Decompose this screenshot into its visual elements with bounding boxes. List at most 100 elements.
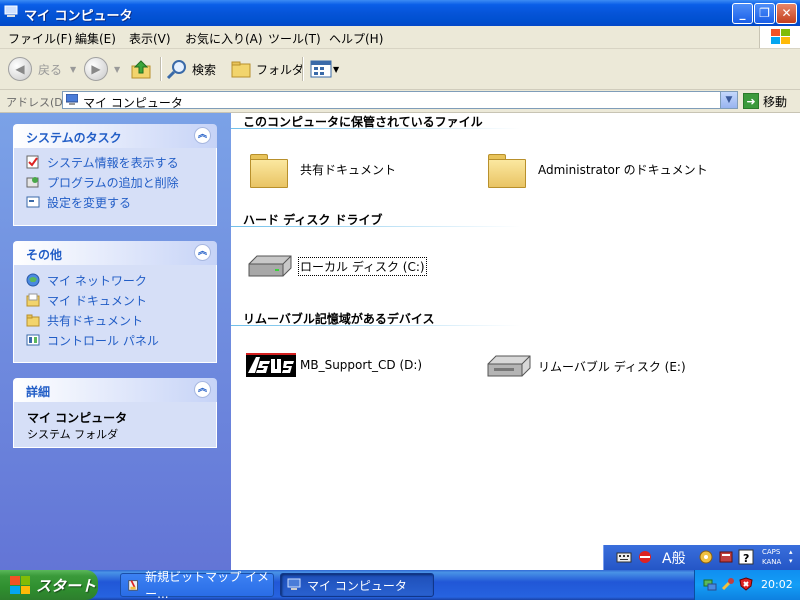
cd-drive-d-item[interactable]: MB_Support_CD (D:) [246,353,422,377]
maximize-button[interactable]: ❐ [754,3,775,24]
menu-edit[interactable]: 編集(E) [75,30,116,47]
collapse-chevron-icon[interactable]: ︽ [194,381,211,398]
ime-tool-icon[interactable] [698,549,714,565]
search-button[interactable]: 検索 [166,57,216,81]
ime-pad-icon[interactable] [637,549,653,565]
search-icon [166,60,186,80]
folders-label: フォルダ [256,62,305,77]
collapse-chevron-icon[interactable]: ︽ [194,127,211,144]
details-header[interactable]: 詳細 ︽ [13,378,217,402]
address-dropdown-icon[interactable]: ▼ [720,92,737,108]
menu-help[interactable]: ヘルプ(H) [329,30,383,47]
minimize-button[interactable]: _ [732,3,753,24]
section-divider [231,128,521,129]
view-system-info-link[interactable]: システム情報を表示する [14,152,216,172]
close-button[interactable]: ✕ [776,3,797,24]
forward-button[interactable]: ▶ ▼ [84,57,120,81]
local-disk-c-item[interactable]: ローカル ディスク (C:) [245,252,427,280]
view-system-info-label: システム情報を表示する [47,155,179,170]
menu-favorites[interactable]: お気に入り(A) [185,30,263,47]
caps-label: CAPS [762,548,781,556]
control-panel-label: コントロール パネル [47,333,159,348]
removable-disk-e-item[interactable]: リムーバブル ディスク (E:) [484,352,686,380]
address-label: アドレス(D) [6,96,68,109]
system-tasks-body: システム情報を表示する プログラムの追加と削除 設定を変更する [13,148,217,226]
taskbar-button-paint[interactable]: 新規ビットマップ イメー... [120,570,274,601]
dictionary-icon[interactable] [718,549,734,565]
my-computer-icon [4,5,18,17]
admin-documents-item-label: Administrator のドキュメント [538,162,708,177]
shared-documents-link[interactable]: 共有ドキュメント [14,310,216,330]
details-name: マイ コンピュータ [27,411,128,425]
back-arrow-icon: ◀ [8,57,32,81]
toolbar-separator [160,57,162,81]
kana-label: KANA [762,558,782,566]
toolbar: ◀ 戻る ▼ ▶ ▼ 検索 フォルダ ▼ [0,49,800,90]
taskbar-button-paint-label: 新規ビットマップ イメー... [145,570,269,601]
admin-documents-item[interactable]: Administrator のドキュメント [488,152,708,188]
other-places-header[interactable]: その他 ︽ [13,241,217,265]
folder-icon [488,152,526,188]
local-disk-c-label: ローカル ディスク (C:) [298,256,427,276]
collapse-chevron-icon[interactable]: ︽ [194,244,211,261]
my-network-link[interactable]: マイ ネットワーク [14,270,216,290]
security-shield-icon[interactable] [739,577,753,591]
views-dropdown-icon: ▼ [333,64,340,74]
forward-dropdown-icon[interactable]: ▼ [114,65,120,74]
add-remove-programs-link[interactable]: プログラムの追加と削除 [14,172,216,192]
shared-documents-item-label: 共有ドキュメント [300,162,397,177]
up-button[interactable] [130,57,152,81]
help-icon[interactable]: ? [738,549,754,565]
go-button[interactable]: ➜ 移動 [743,91,787,111]
shared-documents-item[interactable]: 共有ドキュメント [250,152,397,188]
add-remove-programs-icon [26,177,39,188]
network-tray-icon[interactable] [703,577,717,591]
network-icon [26,273,40,287]
details-title: 詳細 [26,385,51,399]
asus-logo-icon [246,353,296,377]
langbar-options-icon[interactable]: ▴ ▾ [789,548,793,566]
section-divider [231,226,521,227]
folders-icon [231,61,251,78]
forward-arrow-icon: ▶ [84,57,108,81]
taskbar: スタート 新規ビットマップ イメー... マイ コンピュータ 20:02 [0,570,800,601]
menu-view[interactable]: 表示(V) [129,30,171,47]
menu-tools[interactable]: ツール(T) [268,30,321,47]
system-tasks-header[interactable]: システムのタスク ︽ [13,124,217,148]
my-network-label: マイ ネットワーク [47,273,147,288]
back-label: 戻る [38,62,63,77]
start-button[interactable]: スタート [0,570,98,600]
back-button[interactable]: ◀ 戻る ▼ [8,57,76,81]
documents-folder-icon [26,293,40,307]
folder-icon [250,152,288,188]
add-remove-programs-label: プログラムの追加と削除 [47,175,179,190]
control-panel-link[interactable]: コントロール パネル [14,330,216,350]
views-button[interactable]: ▼ [310,57,339,81]
menu-file[interactable]: ファイル(F) [8,30,72,47]
change-settings-link[interactable]: 設定を変更する [14,192,216,212]
folder-up-icon [131,60,151,79]
settings-icon [26,196,40,208]
shared-documents-label: 共有ドキュメント [47,313,144,328]
system-tasks-panel: システムのタスク ︽ システム情報を表示する プログラムの追加と削除 設定を変更… [13,124,217,226]
title-bar[interactable]: マイ コンピュータ _ ❐ ✕ [0,0,800,26]
my-documents-link[interactable]: マイ ドキュメント [14,290,216,310]
folders-button[interactable]: フォルダ [230,57,304,81]
my-computer-icon [287,578,301,590]
back-dropdown-icon[interactable]: ▼ [70,65,76,74]
windows-logo-icon [759,26,800,48]
go-arrow-icon: ➜ [743,93,759,109]
address-value: マイ コンピュータ [83,96,183,110]
start-label: スタート [36,576,97,595]
clock[interactable]: 20:02 [761,578,793,591]
keyboard-icon[interactable] [616,549,632,565]
ime-mode-indicator[interactable]: A般 [662,548,686,568]
address-input[interactable]: マイ コンピュータ ▼ [62,91,738,110]
details-panel: 詳細 ︽ マイ コンピュータ システム フォルダ [13,378,217,448]
tool-tray-icon[interactable] [721,577,735,591]
taskbar-button-my-computer[interactable]: マイ コンピュータ [280,573,434,597]
window-title: マイ コンピュータ [24,9,133,24]
language-bar: A般 ? CAPS KANA ▴ ▾ [603,545,800,570]
other-places-body: マイ ネットワーク マイ ドキュメント 共有ドキュメント コントロール パネル [13,265,217,363]
removable-disk-icon [487,355,531,377]
